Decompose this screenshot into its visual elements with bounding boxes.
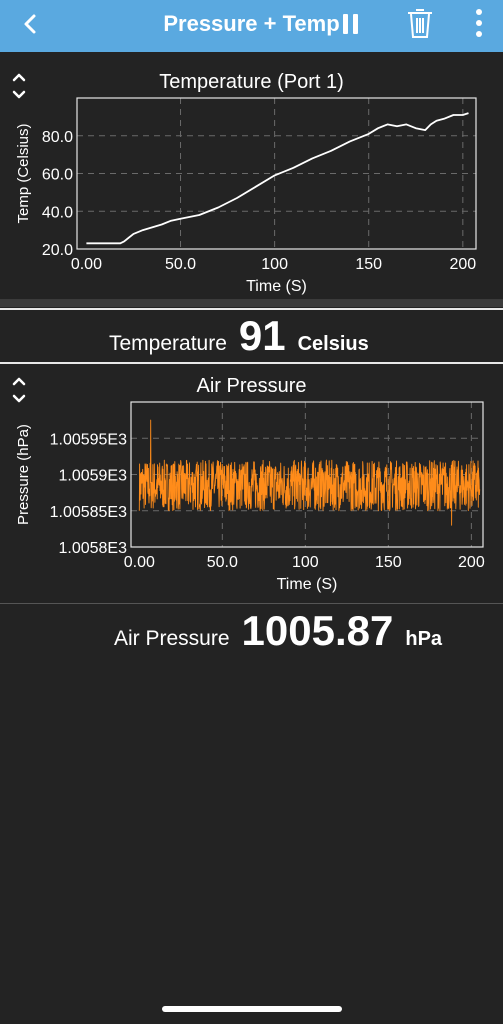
x-tick-label: 100	[261, 256, 288, 273]
y-tick-label: 1.00595E3	[50, 431, 128, 448]
x-tick-label: 200	[449, 256, 476, 273]
y-tick-label: 80.0	[42, 129, 73, 146]
section-separator	[0, 299, 503, 307]
x-tick-label: 100	[292, 554, 319, 571]
pressure-readout-unit: hPa	[405, 628, 443, 650]
readout-bottom-border	[0, 362, 503, 364]
y-tick-label: 1.0059E3	[58, 468, 127, 485]
series-line	[86, 112, 469, 245]
x-axis-label: Time (S)	[246, 278, 307, 295]
y-tick-label: 40.0	[42, 204, 73, 221]
x-tick-label: 0.00	[71, 256, 102, 273]
pressure-readout-label: Air Pressure	[114, 627, 230, 650]
temperature-chart: 0.00 50.0 100 150 200 20.0 40.0 60.0 80.0 Time (S…	[15, 97, 477, 295]
pressure-section-divider	[0, 603, 503, 604]
trash-icon[interactable]	[406, 6, 434, 40]
temperature-readout-value: 91	[238, 312, 286, 359]
pressure-readout-value: 1005.87	[241, 607, 394, 654]
readout-top-border	[0, 308, 503, 310]
y-axis-label: Temp (Celsius)	[15, 123, 32, 223]
x-tick-label: 150	[355, 256, 382, 273]
series-line	[138, 419, 481, 526]
y-tick-label: 20.0	[42, 242, 73, 259]
x-tick-label: 150	[375, 554, 402, 571]
x-tick-label: 200	[458, 554, 485, 571]
x-tick-label: 0.00	[124, 554, 155, 571]
y-tick-label: 1.00585E3	[50, 504, 128, 521]
temperature-readout-unit: Celsius	[297, 333, 369, 355]
x-tick-label: 50.0	[165, 256, 196, 273]
pressure-readout: Air Pressure 1005.87 hPa	[114, 607, 442, 657]
x-tick-label: 50.0	[207, 554, 238, 571]
more-vertical-icon[interactable]	[475, 8, 483, 38]
top-app-bar: Pressure + Temp	[0, 0, 503, 52]
y-axis-label: Pressure (hPa)	[15, 424, 32, 525]
y-tick-label: 1.0058E3	[58, 540, 127, 557]
pause-icon[interactable]	[341, 12, 361, 36]
home-indicator[interactable]	[162, 1006, 342, 1012]
temperature-readout-label: Temperature	[109, 332, 227, 355]
x-axis-label: Time (S)	[277, 576, 338, 593]
pressure-chart: 0.00 50.0 100 150 200 1.0058E3 1.00585E3 1.0059…	[15, 401, 485, 593]
temperature-readout: Temperature 91 Celsius	[109, 312, 369, 360]
y-tick-label: 60.0	[42, 167, 73, 184]
